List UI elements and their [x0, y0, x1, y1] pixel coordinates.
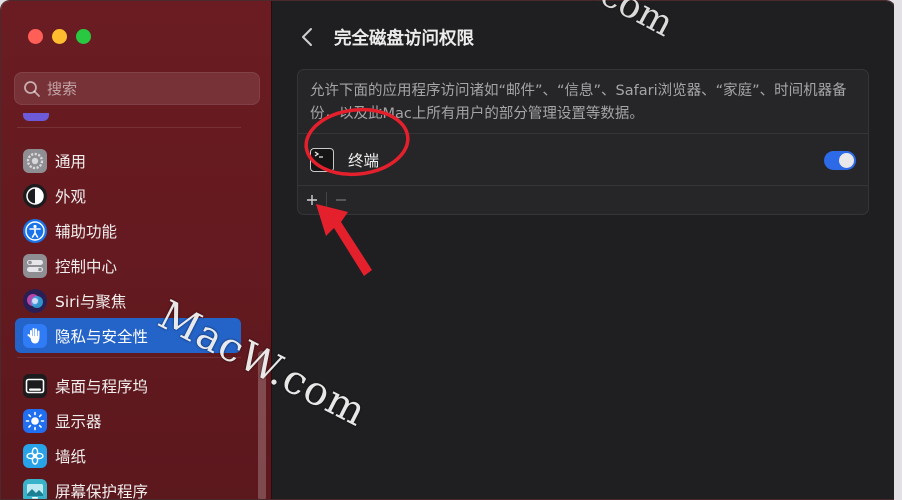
sidebar-group-desktop: 桌面与程序坞 显示器 墙纸 屏幕保护程序 [15, 368, 241, 500]
screensaver-icon [23, 478, 47, 499]
sidebar-item-label: 控制中心 [55, 257, 118, 276]
minimize-window-button[interactable] [52, 29, 67, 44]
sidebar-item-label: 墙纸 [55, 447, 87, 466]
sidebar-item-label: 外观 [55, 187, 87, 206]
sidebar-item-desktop-dock[interactable]: 桌面与程序坞 [15, 368, 241, 403]
window-controls [28, 29, 91, 44]
dock-icon [23, 373, 47, 398]
sidebar-item-label: 隐私与安全性 [55, 327, 149, 346]
sidebar-item-screensaver[interactable]: 屏幕保护程序 [15, 473, 241, 500]
close-window-button[interactable] [28, 29, 43, 44]
scrolled-item-icon [23, 113, 49, 121]
sidebar-item-appearance[interactable]: 外观 [15, 178, 241, 213]
sidebar-item-displays[interactable]: 显示器 [15, 403, 241, 438]
zoom-window-button[interactable] [76, 29, 91, 44]
siri-icon [23, 288, 47, 313]
sidebar-item-label: Siri与聚焦 [55, 292, 127, 311]
sidebar-divider [17, 127, 241, 128]
sidebar-item-control-center[interactable]: 控制中心 [15, 248, 241, 283]
chevron-left-icon [302, 28, 312, 46]
toggle-knob [839, 153, 854, 168]
settings-window: 通用 外观 辅助功能 [0, 0, 896, 500]
sidebar-item-label: 屏幕保护程序 [55, 482, 149, 500]
appearance-icon [23, 183, 47, 208]
sidebar-item-label: 通用 [55, 152, 87, 171]
sidebar-item-wallpaper[interactable]: 墙纸 [15, 438, 241, 473]
sidebar-item-label: 桌面与程序坞 [55, 377, 149, 396]
display-icon [23, 408, 47, 433]
hand-icon [23, 323, 47, 348]
back-button[interactable] [296, 25, 318, 49]
page-title: 完全磁盘访问权限 [334, 29, 474, 49]
sidebar: 通用 外观 辅助功能 [1, 1, 272, 499]
search-field[interactable] [14, 72, 260, 105]
sidebar-item-general[interactable]: 通用 [15, 143, 241, 178]
sidebar-item-accessibility[interactable]: 辅助功能 [15, 213, 241, 248]
list-actions [298, 186, 868, 214]
annotation-circle [304, 107, 410, 177]
sidebar-item-label: 显示器 [55, 412, 102, 431]
search-icon [24, 80, 40, 97]
wallpaper-icon [23, 443, 47, 468]
sidebar-item-label: 辅助功能 [55, 222, 118, 241]
control-center-icon [23, 253, 47, 278]
search-input[interactable] [47, 79, 247, 98]
gear-icon [23, 148, 47, 173]
annotation-arrow [316, 204, 372, 276]
terminal-access-toggle[interactable] [824, 151, 856, 170]
window-shadow-edge [894, 0, 902, 500]
accessibility-icon [23, 218, 47, 243]
